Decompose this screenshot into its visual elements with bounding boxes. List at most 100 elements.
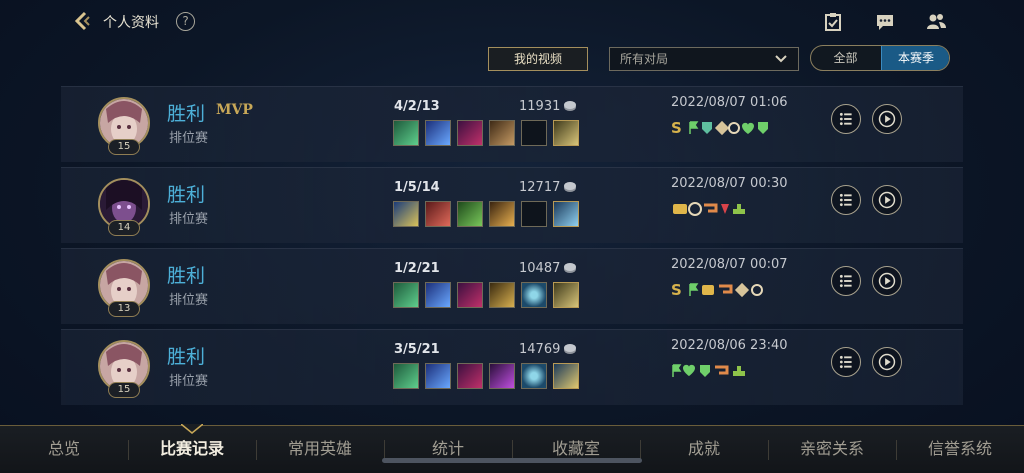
item-slot[interactable] (457, 201, 483, 227)
tab-honor-system[interactable]: 信誉系统 (910, 435, 1010, 459)
item-slot[interactable] (489, 363, 515, 389)
gold-amount: 10487 (519, 261, 561, 276)
page-title: 个人资料 (103, 15, 159, 31)
item-slot-empty (521, 201, 547, 227)
tab-collection[interactable]: 收藏室 (526, 435, 626, 459)
nav-divider (512, 440, 513, 460)
bottom-nav: 总览 比赛记录 常用英雄 统计 收藏室 成就 亲密关系 信誉系统 (0, 424, 1024, 473)
badge-icons (689, 120, 768, 136)
replay-button[interactable] (872, 104, 902, 134)
item-slot[interactable] (425, 282, 451, 308)
item-slot[interactable] (393, 282, 419, 308)
item-slot[interactable] (521, 282, 547, 308)
level-badge: 13 (108, 301, 140, 317)
badge-icons (672, 364, 745, 377)
trinket-slot[interactable] (553, 363, 579, 389)
season-option-current[interactable]: 本赛季 (881, 46, 949, 70)
match-datetime: 2022/08/07 00:07 (671, 257, 788, 272)
result-label: 胜利 (167, 184, 206, 206)
active-tab-indicator-icon (181, 424, 203, 434)
top-header: 个人资料 ? (0, 0, 1024, 44)
chat-icon[interactable] (874, 11, 896, 33)
match-row[interactable]: 13 胜利 排位赛 1/2/21 10487 2022/08/07 00:07 … (61, 248, 963, 324)
result-label: 胜利 (167, 103, 206, 125)
home-indicator[interactable] (382, 458, 642, 463)
gold-amount: 14769 (519, 342, 561, 357)
item-slot[interactable] (425, 201, 451, 227)
match-details-button[interactable] (831, 185, 861, 215)
tab-match-history[interactable]: 比赛记录 (142, 435, 242, 459)
gold-amount: 12717 (519, 180, 561, 195)
trinket-slot[interactable] (553, 201, 579, 227)
nav-divider (128, 440, 129, 460)
tab-relationships[interactable]: 亲密关系 (782, 435, 882, 459)
item-slot[interactable] (425, 120, 451, 146)
item-slot[interactable] (393, 120, 419, 146)
replay-button[interactable] (872, 347, 902, 377)
trinket-slot[interactable] (553, 120, 579, 146)
item-slot[interactable] (489, 201, 515, 227)
nav-divider (384, 440, 385, 460)
item-slot[interactable] (457, 282, 483, 308)
item-slot[interactable] (393, 201, 419, 227)
kda: 1/2/21 (394, 261, 440, 276)
gold-icon (564, 182, 576, 192)
tab-stats[interactable]: 统计 (398, 435, 498, 459)
match-row[interactable]: 15 胜利 MVP 排位赛 4/2/13 11931 2022/08/07 01… (61, 86, 963, 162)
season-toggle[interactable]: 全部 本赛季 (810, 45, 950, 71)
nav-divider (640, 440, 641, 460)
level-badge: 15 (108, 382, 140, 398)
season-option-all[interactable]: 全部 (811, 46, 880, 70)
gold-icon (564, 101, 576, 111)
gold-icon (564, 344, 576, 354)
s-rank-badge: S (671, 119, 682, 137)
my-videos-button[interactable]: 我的视频 (488, 47, 588, 71)
match-filter-value: 所有对局 (620, 52, 669, 66)
kda: 3/5/21 (394, 342, 440, 357)
item-slot[interactable] (489, 282, 515, 308)
item-slot[interactable] (425, 363, 451, 389)
item-slot[interactable] (489, 120, 515, 146)
item-slot[interactable] (457, 363, 483, 389)
match-details-button[interactable] (831, 104, 861, 134)
tasks-icon[interactable] (822, 11, 844, 33)
match-datetime: 2022/08/07 00:30 (671, 176, 788, 191)
result-label: 胜利 (167, 265, 206, 287)
match-row[interactable]: 15 胜利 排位赛 3/5/21 14769 2022/08/06 23:40 (61, 329, 963, 405)
s-rank-badge: S (671, 281, 682, 299)
replay-button[interactable] (872, 266, 902, 296)
replay-button[interactable] (872, 185, 902, 215)
result-label: 胜利 (167, 346, 206, 368)
game-mode: 排位赛 (169, 131, 209, 146)
item-slot[interactable] (521, 363, 547, 389)
match-filter-dropdown[interactable]: 所有对局 (609, 47, 799, 71)
help-icon[interactable]: ? (176, 12, 195, 31)
match-datetime: 2022/08/07 01:06 (671, 95, 788, 110)
tab-achievements[interactable]: 成就 (654, 435, 754, 459)
match-details-button[interactable] (831, 347, 861, 377)
tab-favorite-champions[interactable]: 常用英雄 (270, 435, 370, 459)
badge-icons (689, 282, 763, 298)
tab-overview[interactable]: 总览 (14, 435, 114, 459)
kda: 4/2/13 (394, 99, 440, 114)
gold-icon (564, 263, 576, 273)
nav-divider (896, 440, 897, 460)
item-slot-empty (521, 120, 547, 146)
match-details-button[interactable] (831, 266, 861, 296)
item-slot[interactable] (393, 363, 419, 389)
badge-icons (673, 202, 745, 216)
item-slot[interactable] (457, 120, 483, 146)
back-chevron-icon[interactable] (72, 10, 94, 32)
level-badge: 14 (108, 220, 140, 236)
chevron-down-icon (775, 55, 787, 63)
match-row[interactable]: 14 胜利 排位赛 1/5/14 12717 2022/08/07 00:30 (61, 167, 963, 243)
trinket-slot[interactable] (553, 282, 579, 308)
mvp-tag: MVP (216, 102, 253, 118)
game-mode: 排位赛 (169, 293, 209, 308)
gold-amount: 11931 (519, 99, 561, 114)
kda: 1/5/14 (394, 180, 440, 195)
nav-divider (768, 440, 769, 460)
match-datetime: 2022/08/06 23:40 (671, 338, 788, 353)
game-mode: 排位赛 (169, 374, 209, 389)
friends-icon[interactable] (925, 11, 947, 33)
